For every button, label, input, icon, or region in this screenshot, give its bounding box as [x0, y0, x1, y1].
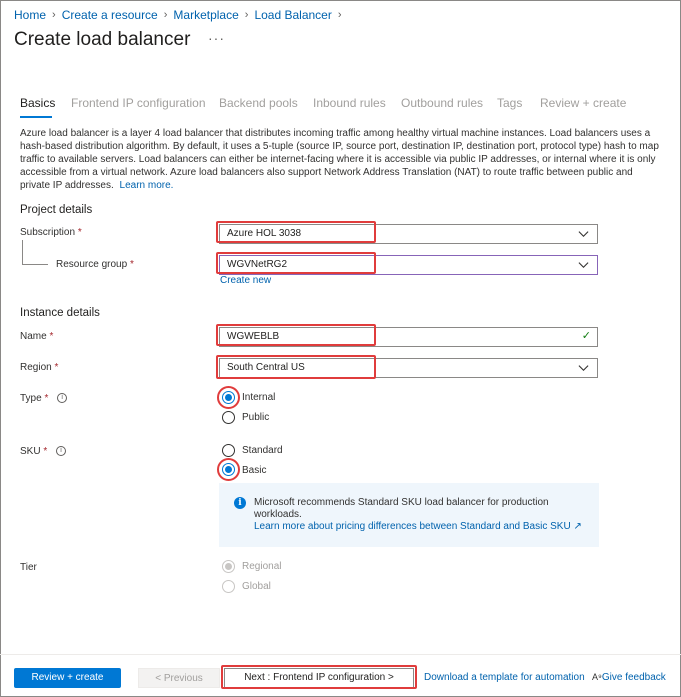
required-mark: * — [129, 259, 134, 270]
chevron-right-icon: › — [244, 9, 249, 21]
external-link-icon: ↗ — [573, 521, 582, 532]
resource-group-label-text: Resource group — [56, 259, 128, 270]
type-label-text: Type — [20, 393, 42, 404]
tier-global-radio[interactable] — [222, 580, 235, 593]
subscription-label-text: Subscription — [20, 227, 76, 238]
chevron-down-icon — [578, 365, 589, 372]
resource-group-label: Resource group * — [56, 259, 134, 270]
breadcrumb-marketplace[interactable]: Marketplace — [173, 8, 238, 22]
tab-review-create[interactable]: Review + create — [540, 96, 626, 110]
name-label: Name * — [20, 331, 53, 342]
checkmark-icon: ✓ — [581, 330, 591, 342]
required-mark: * — [77, 227, 82, 238]
sku-label: SKU * i — [20, 446, 67, 457]
previous-button[interactable]: < Previous — [138, 668, 220, 688]
type-public-radio[interactable] — [222, 411, 235, 424]
region-label: Region * — [20, 362, 58, 373]
create-new-link[interactable]: Create new — [220, 275, 271, 286]
highlight-box — [221, 665, 417, 689]
sku-basic-label: Basic — [242, 465, 267, 476]
sku-standard-label: Standard — [242, 445, 283, 456]
name-label-text: Name — [20, 331, 47, 342]
highlight-circle — [217, 458, 240, 481]
info-icon: i — [234, 497, 246, 509]
description-text: Azure load balancer is a layer 4 load ba… — [20, 128, 659, 191]
project-details-heading: Project details — [20, 204, 93, 216]
tab-backend-pools[interactable]: Backend pools — [219, 96, 298, 110]
required-mark: * — [44, 393, 49, 404]
tab-inbound-rules[interactable]: Inbound rules — [313, 96, 386, 110]
footer-divider — [0, 654, 681, 655]
breadcrumb: Home › Create a resource › Marketplace ›… — [14, 8, 342, 22]
chevron-right-icon: › — [337, 9, 342, 21]
tier-regional-radio[interactable] — [222, 560, 235, 573]
region-label-text: Region — [20, 362, 52, 373]
description: Azure load balancer is a layer 4 load ba… — [20, 127, 660, 192]
review-create-button[interactable]: Review + create — [14, 668, 121, 688]
tab-frontend-ip[interactable]: Frontend IP configuration — [71, 96, 206, 110]
breadcrumb-home[interactable]: Home — [14, 8, 46, 22]
pricing-link[interactable]: Learn more about pricing differences bet… — [254, 521, 582, 532]
tier-regional-label: Regional — [242, 561, 282, 572]
chevron-down-icon — [578, 262, 589, 269]
tab-basics[interactable]: Basics — [20, 96, 55, 110]
required-mark: * — [43, 446, 48, 457]
give-feedback-text: Give feedback — [601, 672, 666, 683]
subscription-label: Subscription * — [20, 227, 82, 238]
give-feedback-link[interactable]: A⁹Give feedback — [592, 672, 666, 683]
highlight-box — [216, 252, 376, 274]
chevron-right-icon: › — [52, 9, 56, 21]
download-template-link[interactable]: Download a template for automation — [424, 672, 585, 683]
chevron-down-icon — [578, 231, 589, 238]
tab-outbound-rules[interactable]: Outbound rules — [401, 96, 483, 110]
sku-info-box: i Microsoft recommends Standard SKU load… — [219, 483, 599, 547]
instance-details-heading: Instance details — [20, 307, 100, 319]
pricing-link-text: Learn more about pricing differences bet… — [254, 521, 571, 532]
breadcrumb-create-resource[interactable]: Create a resource — [62, 8, 158, 22]
tier-global-label: Global — [242, 581, 271, 592]
required-mark: * — [54, 362, 59, 373]
type-public-label: Public — [242, 412, 270, 423]
info-icon[interactable]: i — [56, 446, 67, 457]
sku-label-text: SKU — [20, 446, 41, 457]
sku-info-text: Microsoft recommends Standard SKU load b… — [254, 497, 549, 520]
tree-connector — [22, 240, 23, 264]
more-options-icon[interactable]: ··· — [208, 30, 225, 46]
feedback-icon: A⁹ — [592, 672, 602, 682]
highlight-box — [216, 324, 376, 346]
learn-more-link[interactable]: Learn more. — [120, 180, 174, 191]
info-icon[interactable]: i — [57, 393, 68, 404]
page-title: Create load balancer — [14, 29, 191, 50]
tree-connector — [22, 264, 48, 265]
required-mark: * — [49, 331, 54, 342]
chevron-right-icon: › — [163, 9, 168, 21]
sku-standard-radio[interactable] — [222, 444, 235, 457]
breadcrumb-load-balancer[interactable]: Load Balancer — [254, 8, 331, 22]
highlight-circle — [217, 386, 240, 409]
active-tab-indicator — [20, 116, 52, 118]
highlight-box — [216, 221, 376, 243]
tier-label: Tier — [20, 562, 37, 573]
type-label: Type * i — [20, 393, 68, 404]
type-internal-label: Internal — [242, 392, 276, 403]
highlight-box — [216, 355, 376, 379]
tab-tags[interactable]: Tags — [497, 96, 522, 110]
